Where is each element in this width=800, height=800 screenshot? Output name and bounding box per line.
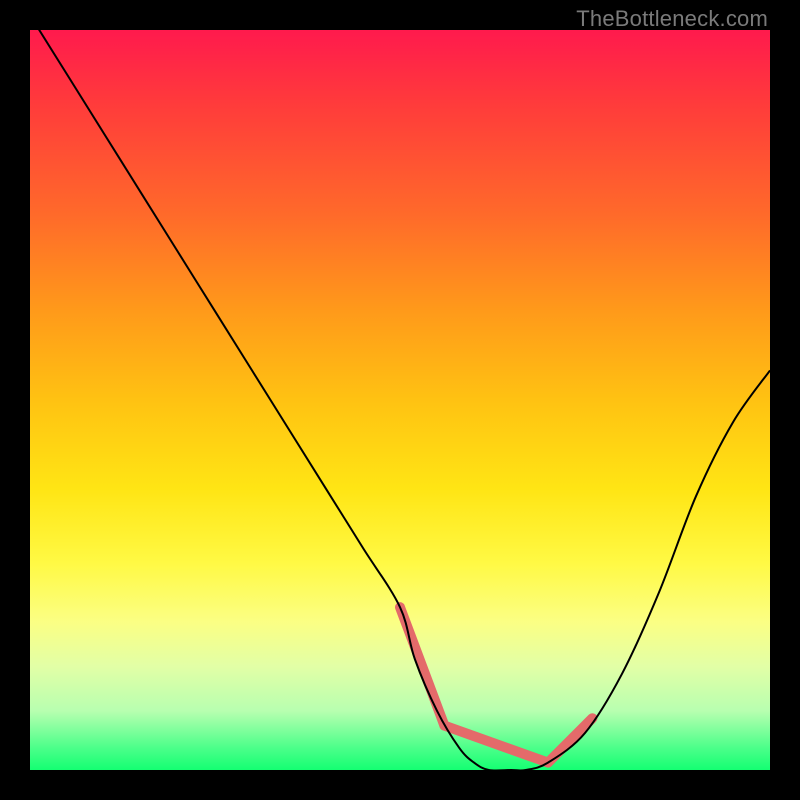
curve-layer — [30, 30, 770, 770]
attribution-label: TheBottleneck.com — [576, 6, 768, 32]
chart-svg — [30, 30, 770, 770]
bottleneck-curve — [30, 30, 770, 770]
highlight-layer — [400, 607, 592, 762]
chart-frame: TheBottleneck.com — [0, 0, 800, 800]
highlight-segment — [548, 718, 592, 762]
highlight-segment — [444, 726, 548, 763]
